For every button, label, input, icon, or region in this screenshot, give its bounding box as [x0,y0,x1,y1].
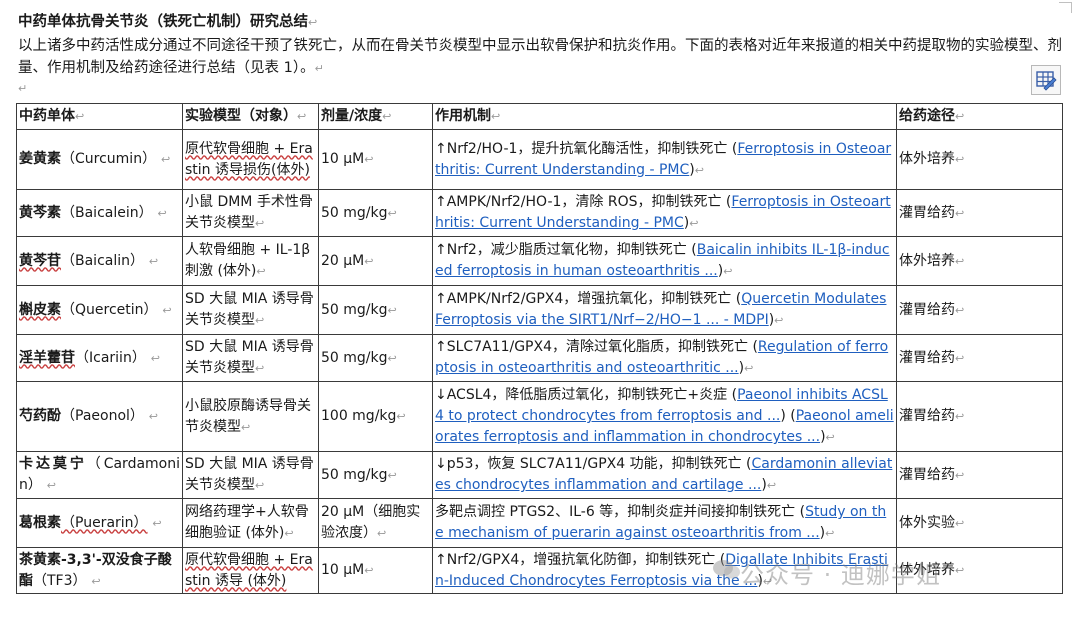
table-row: 姜黄素（Curcumin） ↩ 原代软骨细胞 + Erastin 诱导损伤(体外… [16,129,1063,190]
herb-cell: 淫羊藿苷（Icariin） ↩ [16,334,183,382]
herb-cell: 茶黄素-3,3'-双没食子酸酯（TF3） ↩ [16,547,183,594]
route-cell: 灌胃给药↩ [896,189,1063,237]
table-row: 淫羊藿苷（Icariin） ↩ SD 大鼠 MIA 诱导骨关节炎模型↩ 50 m… [16,334,1063,382]
model-cell: SD 大鼠 MIA 诱导骨关节炎模型↩ [182,451,319,499]
route-cell: 灌胃给药↩ [896,334,1063,382]
table-row: 槲皮素（Quercetin） ↩ SD 大鼠 MIA 诱导骨关节炎模型↩ 50 … [16,285,1063,335]
model-cell: SD 大鼠 MIA 诱导骨关节炎模型↩ [182,285,319,335]
route-cell: 灌胃给药↩ [896,451,1063,499]
model-cell: 小鼠胶原酶诱导骨关节炎模型↩ [182,381,319,452]
paragraph-mark: ↵ [18,82,28,95]
header-herb: 中药单体↩ [16,103,183,130]
herb-cell: 姜黄素（Curcumin） ↩ [16,129,183,190]
mechanism-cell: ↑SLC7A11/GPX4，清除过氧化脂质，抑制铁死亡 (Regulation … [432,334,897,382]
route-cell: 灌胃给药↩ [896,381,1063,452]
dose-cell: 50 mg/kg↩ [318,451,433,499]
paragraph-mark: ↵ [314,62,324,75]
mechanism-cell: ↑Nrf2/HO-1，提升抗氧化酶活性，抑制铁死亡 (Ferroptosis i… [432,129,897,190]
table-row: 黄芩素（Baicalein） ↩ 小鼠 DMM 手术性骨关节炎模型↩ 50 mg… [16,189,1063,237]
table-row: 黄芩苷（Baicalin） ↩ 人软骨细胞 + IL-1β 刺激 (体外)↩ 2… [16,236,1063,286]
header-route: 给药途径↩ [896,103,1063,130]
table-row: 芍药酚（Paeonol） ↩ 小鼠胶原酶诱导骨关节炎模型↩ 100 mg/kg↩… [16,381,1063,452]
header-dose: 剂量/浓度↩ [318,103,433,130]
dose-cell: 100 mg/kg↩ [318,381,433,452]
intro-text: 以上诸多中药活性成分通过不同途径干预了铁死亡，从而在骨关节炎模型中显示出软骨保护… [18,38,1062,76]
mechanism-cell: ↑AMPK/Nrf2/HO-1，清除 ROS，抑制铁死亡 (Ferroptosi… [432,189,897,237]
page-corner-marker [1059,2,1072,13]
route-cell: 体外培养↩ [896,129,1063,190]
model-cell: 原代软骨细胞 + Erastin 诱导损伤(体外) [182,129,319,190]
wechat-icon [713,560,740,579]
summary-table: 中药单体↩ 实验模型（对象）↩ 剂量/浓度↩ 作用机制↩ 给药途径↩ 姜黄素（C… [16,103,1063,594]
table-row: 葛根素（Puerarin） ↩ 网络药理学+人软骨细胞验证 (体外)↩ 20 μ… [16,498,1063,548]
route-cell: 灌胃给药↩ [896,285,1063,335]
dose-cell: 50 mg/kg↩ [318,334,433,382]
mechanism-cell: ↑AMPK/Nrf2/GPX4，增强抗氧化，抑制铁死亡 (Quercetin M… [432,285,897,335]
route-cell: 体外实验↩ [896,498,1063,548]
table-header-row: 中药单体↩ 实验模型（对象）↩ 剂量/浓度↩ 作用机制↩ 给药途径↩ [16,103,1063,130]
mechanism-cell: ↑Nrf2，减少脂质过氧化物，抑制铁死亡 (Baicalin inhibits … [432,236,897,286]
table-row: 卡达莫宁（Cardamonin） ↩ SD 大鼠 MIA 诱导骨关节炎模型↩ 5… [16,451,1063,499]
herb-cell: 黄芩素（Baicalein） ↩ [16,189,183,237]
table-edit-icon [1036,71,1057,91]
model-cell: 人软骨细胞 + IL-1β 刺激 (体外)↩ [182,236,319,286]
herb-cell: 黄芩苷（Baicalin） ↩ [16,236,183,286]
herb-cell: 葛根素（Puerarin） ↩ [16,498,183,548]
mechanism-cell: ↓p53，恢复 SLC7A11/GPX4 功能，抑制铁死亡 (Cardamoni… [432,451,897,499]
table-tools-icon[interactable] [1031,65,1061,95]
document-title: 中药单体抗骨关节炎（铁死亡机制）研究总结↩ [18,10,317,31]
herb-cell: 卡达莫宁（Cardamonin） ↩ [16,451,183,499]
mechanism-cell: 多靶点调控 PTGS2、IL-6 等，抑制炎症并间接抑制铁死亡 (Study o… [432,498,897,548]
herb-cell: 槲皮素（Quercetin） ↩ [16,285,183,335]
header-model: 实验模型（对象）↩ [182,103,319,130]
model-cell: 网络药理学+人软骨细胞验证 (体外)↩ [182,498,319,548]
dose-cell: 50 mg/kg↩ [318,189,433,237]
dose-cell: 20 μM（细胞实验浓度）↩ [318,498,433,548]
dose-cell: 10 μM↩ [318,547,433,594]
mechanism-cell: ↓ACSL4，降低脂质过氧化，抑制铁死亡+炎症 (Paeonol inhibit… [432,381,897,452]
paragraph-mark: ↩ [308,16,318,29]
model-cell: 原代软骨细胞 + Erastin 诱导 (体外) [182,547,319,594]
intro-paragraph: 以上诸多中药活性成分通过不同途径干预了铁死亡，从而在骨关节炎模型中显示出软骨保护… [18,35,1063,80]
header-mechanism: 作用机制↩ [432,103,897,130]
dose-cell: 20 μM↩ [318,236,433,286]
title-text: 中药单体抗骨关节炎（铁死亡机制）研究总结 [18,14,308,30]
dose-cell: 50 mg/kg↩ [318,285,433,335]
route-cell: 体外培养↩ [896,236,1063,286]
herb-cell: 芍药酚（Paeonol） ↩ [16,381,183,452]
watermark: 公众号 · 迪娜学姐 [740,561,941,589]
dose-cell: 10 μM↩ [318,129,433,190]
model-cell: 小鼠 DMM 手术性骨关节炎模型↩ [182,189,319,237]
model-cell: SD 大鼠 MIA 诱导骨关节炎模型↩ [182,334,319,382]
